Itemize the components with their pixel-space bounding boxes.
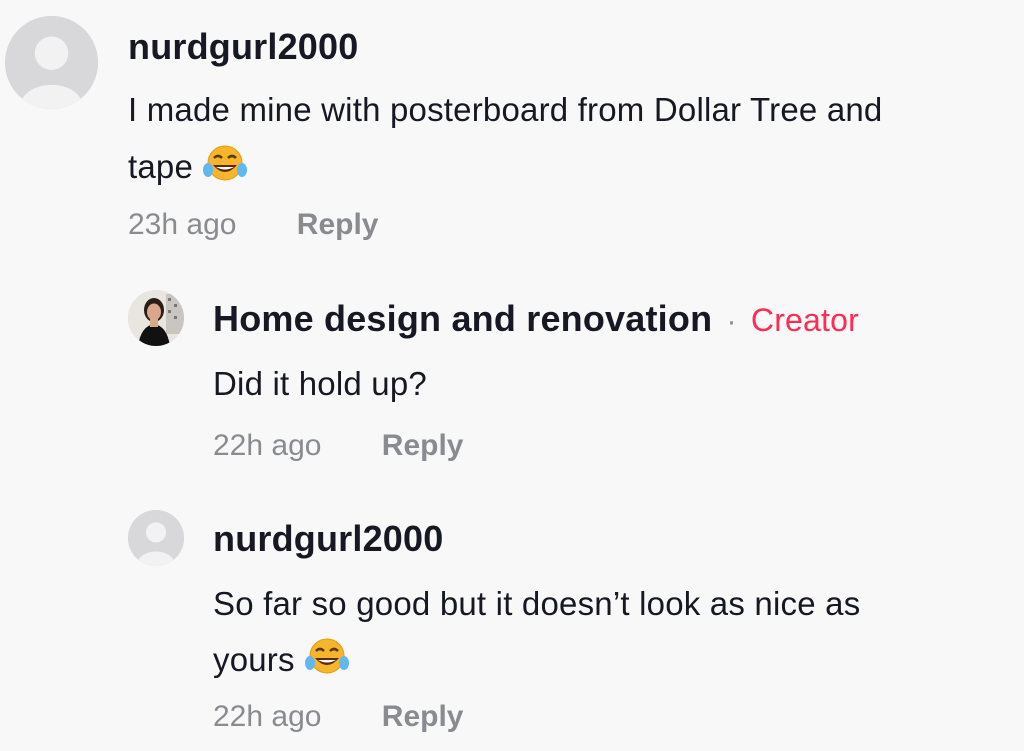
comment-meta: 23h ago Reply (128, 208, 379, 242)
reply-button[interactable]: Reply (297, 208, 379, 241)
tears-of-joy-emoji-icon (202, 144, 248, 192)
reply-username[interactable]: nurdgurl2000 (213, 518, 443, 560)
default-avatar-icon[interactable] (5, 16, 98, 109)
separator-dot: · (726, 305, 737, 338)
reply-username-text[interactable]: Home design and renovation (213, 298, 712, 339)
reply-timestamp: 22h ago (213, 700, 322, 733)
comment-timestamp: 23h ago (128, 208, 237, 241)
reply-text-line-2-text: yours (213, 641, 295, 678)
reply-text-line-1: So far so good but it doesn’t look as ni… (213, 585, 861, 622)
reply-button[interactable]: Reply (382, 429, 464, 462)
creator-badge: Creator (750, 302, 859, 338)
profile-photo-avatar[interactable] (128, 290, 184, 346)
comment-text-line-1: I made mine with posterboard from Dollar… (128, 91, 883, 128)
reply-meta: 22h ago Reply (213, 700, 464, 734)
comment-text-line-2: tape (128, 144, 248, 192)
comment-text-line-2-text: tape (128, 148, 194, 185)
comment-username[interactable]: nurdgurl2000 (128, 26, 358, 68)
tears-of-joy-emoji-icon (304, 637, 350, 685)
reply-text-line-2: yours (213, 637, 350, 685)
reply-meta: 22h ago Reply (213, 429, 464, 463)
reply-username: Home design and renovation · Creator (213, 298, 859, 340)
reply-button[interactable]: Reply (382, 700, 464, 733)
reply-timestamp: 22h ago (213, 429, 322, 462)
default-avatar-icon[interactable] (128, 510, 184, 566)
reply-text: Did it hold up? (213, 365, 427, 402)
